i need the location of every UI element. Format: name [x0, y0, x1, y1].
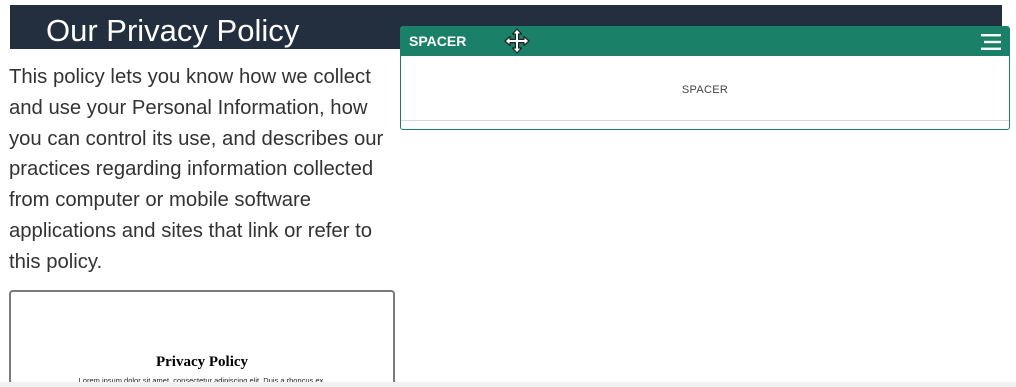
intro-paragraph: This policy lets you know how we collect…	[9, 66, 384, 273]
move-icon[interactable]	[502, 27, 532, 55]
widget-toolbar: SPACER	[401, 27, 1009, 56]
widget-title: SPACER	[409, 33, 467, 49]
privacy-document-preview[interactable]: Privacy Policy Lorem ipsum dolor sit ame…	[9, 290, 395, 387]
widget-body: SPACER	[401, 56, 1009, 121]
bottom-strip	[0, 382, 1016, 387]
document-title: Privacy Policy	[155, 354, 249, 370]
page-title: Our Privacy Policy	[46, 13, 300, 48]
page: Our Privacy Policy This policy lets you …	[0, 0, 1016, 387]
spacer-label: SPACER	[681, 84, 729, 96]
menu-icon[interactable]	[980, 33, 1002, 51]
spacer-widget[interactable]: SPACER SPACER	[400, 26, 1010, 130]
